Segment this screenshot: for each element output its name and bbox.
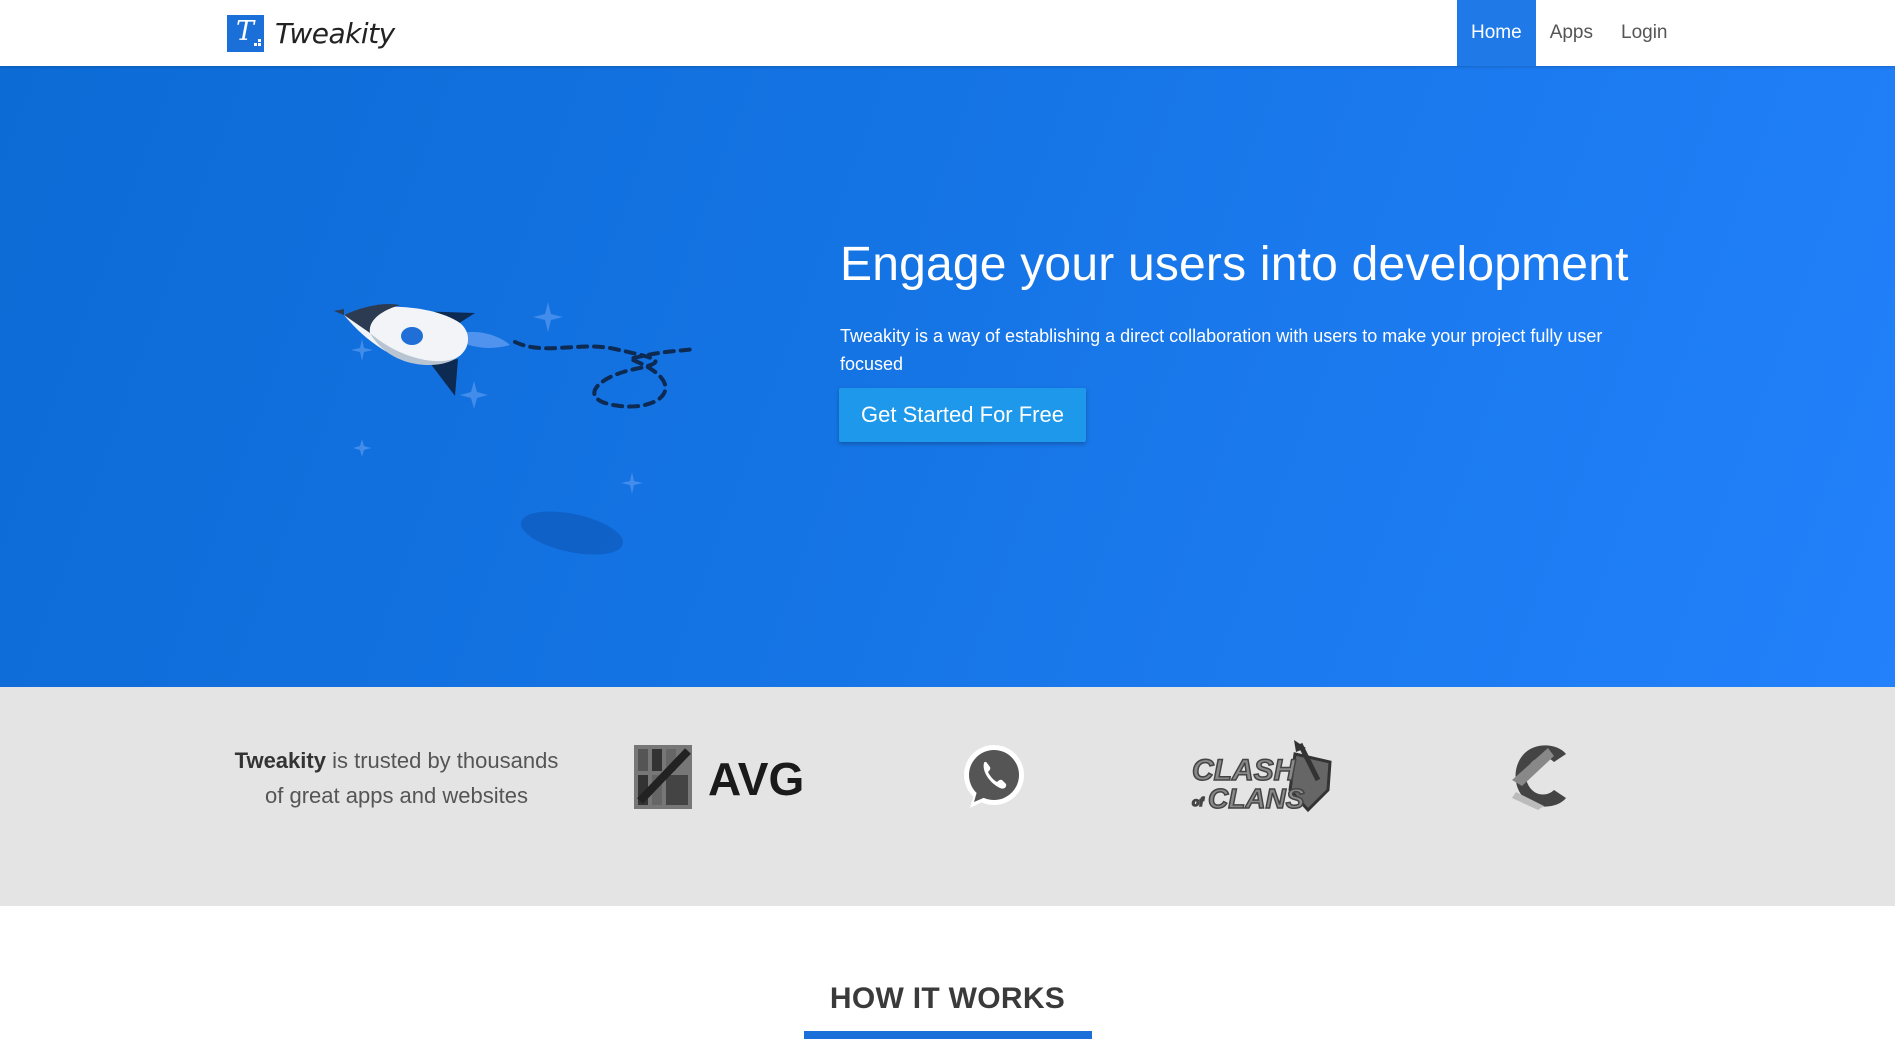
how-it-works-title: HOW IT WORKS xyxy=(829,982,1066,1015)
get-started-button[interactable]: Get Started For Free xyxy=(839,388,1086,442)
avg-logo-text: AVG xyxy=(708,753,804,805)
nav-link-login[interactable]: Login xyxy=(1607,0,1682,66)
hero-section: Engage your users into development Tweak… xyxy=(0,66,1895,687)
navbar: T Tweakity Home Apps Login xyxy=(0,0,1895,66)
avg-logo: AVG xyxy=(632,741,807,815)
trusted-brand: Tweakity xyxy=(234,748,326,773)
brand-name: Tweakity xyxy=(275,16,395,50)
hero-title: Engage your users into development xyxy=(840,238,1629,291)
trusted-by-section: Tweakity is trusted by thousands of grea… xyxy=(0,687,1895,906)
trusted-by-text: Tweakity is trusted by thousands of grea… xyxy=(230,743,563,813)
nav-item-home: Home xyxy=(1457,0,1536,66)
nav-item-login: Login xyxy=(1607,0,1682,66)
nav-link-home[interactable]: Home xyxy=(1457,0,1536,66)
brand-mark-icon: T xyxy=(227,14,264,52)
whatsapp-logo xyxy=(960,742,1028,814)
nav-item-apps: Apps xyxy=(1536,0,1607,66)
rocket-illustration xyxy=(334,302,697,555)
clash-of-clans-wordmark: CLASH of CLANS xyxy=(1191,753,1305,815)
svg-text:of: of xyxy=(1192,795,1204,809)
brand-mark-letter: T xyxy=(236,15,255,47)
main-nav: Home Apps Login xyxy=(1457,0,1682,66)
section-title-underline xyxy=(804,1031,1092,1039)
clash-of-clans-logo: CLASH of CLANS xyxy=(1190,740,1345,816)
how-it-works-section: HOW IT WORKS xyxy=(0,906,1895,1052)
svg-text:CLANS: CLANS xyxy=(1208,783,1305,814)
nav-link-apps[interactable]: Apps xyxy=(1536,0,1607,66)
ccleaner-logo xyxy=(1508,740,1574,812)
brand-logo-link[interactable]: T Tweakity xyxy=(227,14,395,52)
hero-subtitle: Tweakity is a way of establishing a dire… xyxy=(840,326,1603,374)
